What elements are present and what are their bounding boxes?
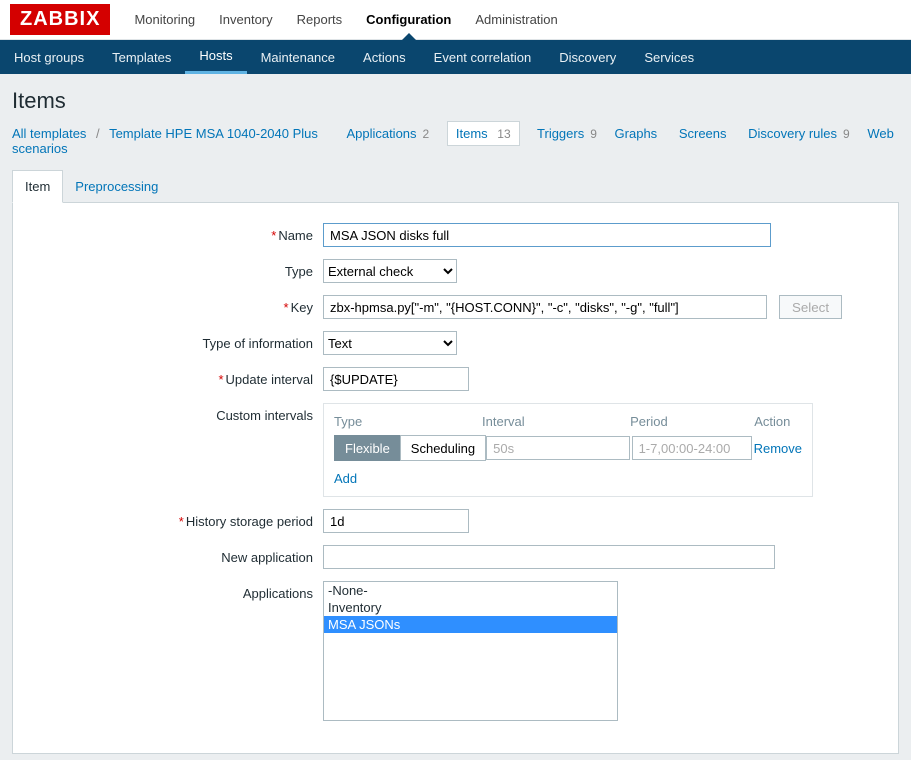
bc-discovery-count: 9 (843, 127, 850, 141)
subnav-templates[interactable]: Templates (98, 40, 185, 74)
form-panel: *Name Type External check *Key Select Ty… (12, 202, 899, 754)
bc-template-name[interactable]: Template HPE MSA 1040-2040 Plus (109, 126, 318, 141)
topnav-monitoring[interactable]: Monitoring (122, 0, 207, 40)
select-type[interactable]: External check (323, 259, 457, 283)
label-newapp: New application (23, 545, 323, 565)
bc-items-count: 13 (497, 127, 510, 141)
top-nav: ZABBIX Monitoring Inventory Reports Conf… (0, 0, 911, 40)
input-key[interactable] (323, 295, 767, 319)
key-select-button[interactable]: Select (779, 295, 842, 319)
label-name: *Name (23, 223, 323, 243)
custom-intervals-box: Type Interval Period Action Flexible Sch… (323, 403, 813, 497)
select-info[interactable]: Text (323, 331, 457, 355)
tab-preprocessing[interactable]: Preprocessing (63, 171, 170, 202)
label-custom: Custom intervals (23, 403, 323, 423)
sub-nav: Host groups Templates Hosts Maintenance … (0, 40, 911, 74)
hdr-interval: Interval (482, 414, 630, 429)
bc-triggers-count: 9 (590, 127, 597, 141)
hdr-type: Type (334, 414, 482, 429)
subnav-services[interactable]: Services (630, 40, 708, 74)
bc-items[interactable]: Items (456, 126, 488, 141)
topnav-administration[interactable]: Administration (463, 0, 569, 40)
btn-scheduling[interactable]: Scheduling (400, 435, 486, 461)
topnav-inventory[interactable]: Inventory (207, 0, 284, 40)
bc-screens[interactable]: Screens (679, 126, 727, 141)
subnav-maintenance[interactable]: Maintenance (247, 40, 349, 74)
input-name[interactable] (323, 223, 771, 247)
label-history: *History storage period (23, 509, 323, 529)
page-title: Items (12, 88, 899, 114)
add-link[interactable]: Add (334, 471, 357, 486)
interval-type-toggle: Flexible Scheduling (334, 435, 486, 461)
label-apps: Applications (23, 581, 323, 601)
bc-triggers[interactable]: Triggers (537, 126, 584, 141)
label-update: *Update interval (23, 367, 323, 387)
subnav-actions[interactable]: Actions (349, 40, 420, 74)
hdr-period: Period (630, 414, 754, 429)
input-period[interactable] (632, 436, 752, 460)
inner-tabs: Item Preprocessing (12, 170, 899, 202)
subnav-eventcorr[interactable]: Event correlation (420, 40, 546, 74)
remove-link[interactable]: Remove (754, 441, 802, 456)
bc-applications-count: 2 (423, 127, 430, 141)
app-opt-msajsons[interactable]: MSA JSONs (324, 616, 617, 633)
label-type: Type (23, 259, 323, 279)
apps-multiselect[interactable]: -None- Inventory MSA JSONs (323, 581, 618, 721)
topnav-configuration[interactable]: Configuration (354, 0, 463, 40)
subnav-hostgroups[interactable]: Host groups (0, 40, 98, 74)
subnav-hosts[interactable]: Hosts (185, 40, 246, 74)
label-info: Type of information (23, 331, 323, 351)
breadcrumbs: All templates / Template HPE MSA 1040-20… (12, 126, 899, 156)
hdr-action: Action (754, 414, 802, 429)
app-opt-none[interactable]: -None- (324, 582, 617, 599)
label-key: *Key (23, 295, 323, 315)
tab-item[interactable]: Item (12, 170, 63, 203)
logo: ZABBIX (10, 4, 110, 35)
input-update[interactable] (323, 367, 469, 391)
input-interval[interactable] (486, 436, 630, 460)
bc-graphs[interactable]: Graphs (615, 126, 658, 141)
btn-flexible[interactable]: Flexible (334, 435, 400, 461)
bc-applications[interactable]: Applications (346, 126, 416, 141)
app-opt-inventory[interactable]: Inventory (324, 599, 617, 616)
subnav-discovery[interactable]: Discovery (545, 40, 630, 74)
topnav-reports[interactable]: Reports (285, 0, 355, 40)
input-newapp[interactable] (323, 545, 775, 569)
input-history[interactable] (323, 509, 469, 533)
bc-all-templates[interactable]: All templates (12, 126, 86, 141)
bc-discovery[interactable]: Discovery rules (748, 126, 837, 141)
bc-sep: / (96, 126, 100, 141)
